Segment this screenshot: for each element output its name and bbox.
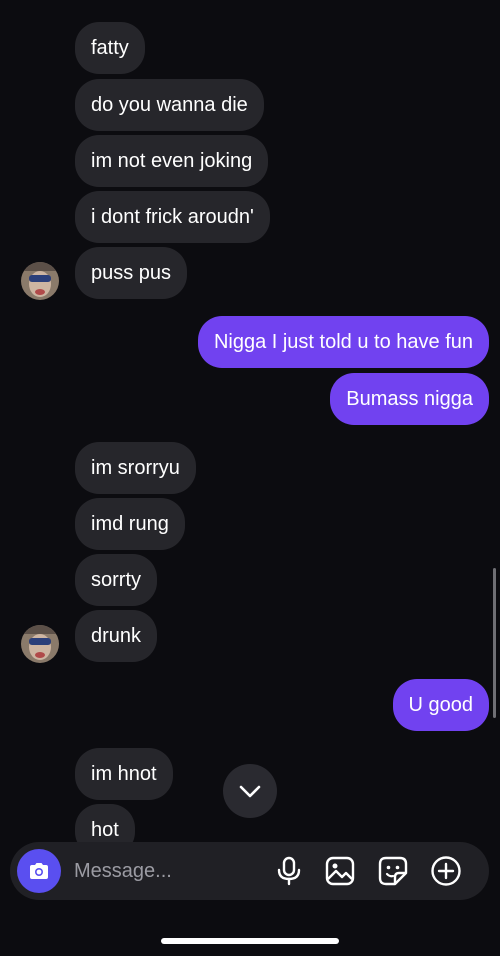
microphone-icon — [277, 856, 301, 886]
voice-message-button[interactable] — [272, 854, 306, 888]
more-options-button[interactable] — [429, 854, 463, 888]
gallery-icon — [325, 856, 355, 886]
message-bubble-incoming[interactable]: im srorryu — [75, 442, 196, 494]
scrollbar[interactable] — [493, 568, 496, 718]
avatar-image — [21, 625, 59, 663]
scroll-to-bottom-button[interactable] — [223, 764, 277, 818]
sticker-button[interactable] — [376, 854, 410, 888]
message-bubble-incoming[interactable]: sorrty — [75, 554, 157, 606]
message-bubble-outgoing[interactable]: Nigga I just told u to have fun — [197, 316, 489, 368]
message-bubble-outgoing[interactable]: Bumass nigga — [330, 373, 489, 425]
message-bubble-incoming[interactable]: do you wanna die — [75, 79, 264, 131]
home-indicator[interactable] — [161, 938, 339, 944]
message-input[interactable] — [74, 855, 264, 887]
avatar[interactable] — [21, 262, 59, 300]
message-bubble-incoming[interactable]: fatty — [75, 22, 145, 74]
message-bubble-outgoing[interactable]: U good — [392, 679, 489, 731]
gallery-button[interactable] — [323, 854, 357, 888]
chat-thread[interactable]: fatty do you wanna die im not even jokin… — [0, 0, 500, 956]
message-bubble-incoming[interactable]: imd rung — [75, 498, 185, 550]
message-bubble-incoming[interactable]: i dont frick aroudn' — [75, 191, 270, 243]
avatar-image — [21, 262, 59, 300]
message-bubble-incoming[interactable]: drunk — [75, 610, 158, 662]
avatar[interactable] — [21, 625, 59, 663]
sticker-icon — [378, 856, 408, 886]
message-bubble-incoming[interactable]: im not even joking — [75, 135, 269, 187]
chevron-down-icon — [239, 785, 261, 798]
message-composer — [10, 842, 489, 900]
plus-icon — [431, 856, 461, 886]
message-bubble-incoming[interactable]: puss pus — [75, 247, 188, 299]
camera-button[interactable] — [17, 849, 61, 893]
camera-icon — [30, 863, 48, 879]
message-bubble-incoming[interactable]: im hnot — [75, 748, 173, 800]
